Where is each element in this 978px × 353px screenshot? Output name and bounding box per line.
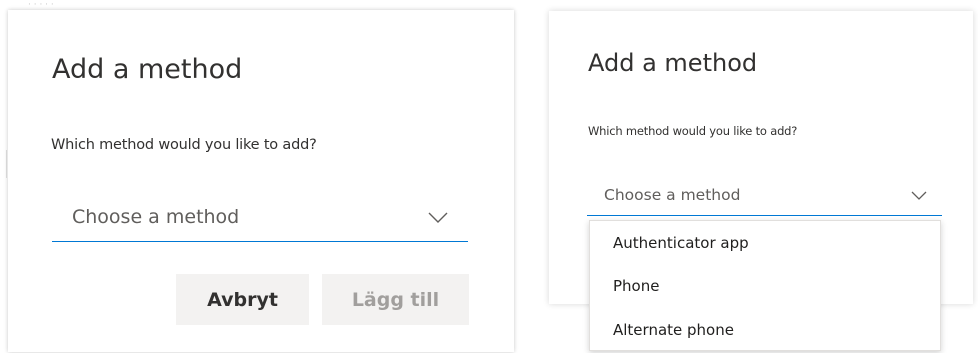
background-edge	[6, 150, 7, 178]
option-alternate-phone[interactable]: Alternate phone	[590, 310, 940, 350]
add-button[interactable]: Lägg till	[322, 274, 469, 325]
dropdown-selected-value: Choose a method	[604, 186, 741, 204]
chevron-down-icon	[911, 191, 927, 200]
method-question: Which method would you like to add?	[51, 137, 317, 153]
add-method-dialog-left: Add a method Which method would you like…	[8, 10, 514, 352]
dropdown-selected-value: Choose a method	[72, 206, 240, 228]
option-phone[interactable]: Phone	[590, 266, 940, 306]
dialog-title: Add a method	[588, 49, 758, 77]
cancel-button[interactable]: Avbryt	[176, 274, 309, 325]
screenshot-stage: · · · · · Add a method Which method woul…	[0, 0, 978, 353]
dialog-title: Add a method	[52, 54, 243, 85]
method-dropdown[interactable]: Choose a method	[52, 196, 468, 242]
option-authenticator-app[interactable]: Authenticator app	[590, 223, 940, 263]
method-dropdown[interactable]: Choose a method	[587, 178, 942, 216]
method-options-menu: Authenticator app Phone Alternate phone	[589, 220, 941, 351]
chevron-down-icon	[428, 212, 448, 223]
method-question: Which method would you like to add?	[588, 124, 798, 138]
cropped-background-text: · · · · ·	[28, 0, 54, 10]
